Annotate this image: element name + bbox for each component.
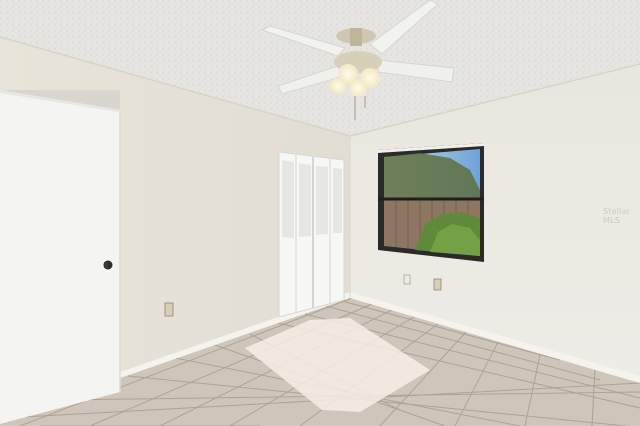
room-scene: Stellar MLS: [0, 0, 640, 426]
outlet-right: [433, 278, 442, 291]
window: [378, 143, 484, 262]
door[interactable]: [0, 90, 121, 424]
closet-bifold-doors[interactable]: [278, 151, 345, 318]
outlet-left: [164, 302, 174, 317]
watermark-text: Stellar MLS: [603, 207, 631, 225]
outlet-window: [403, 274, 411, 285]
room-photo: [0, 0, 640, 426]
fan-light-bulb-3: [349, 79, 367, 97]
